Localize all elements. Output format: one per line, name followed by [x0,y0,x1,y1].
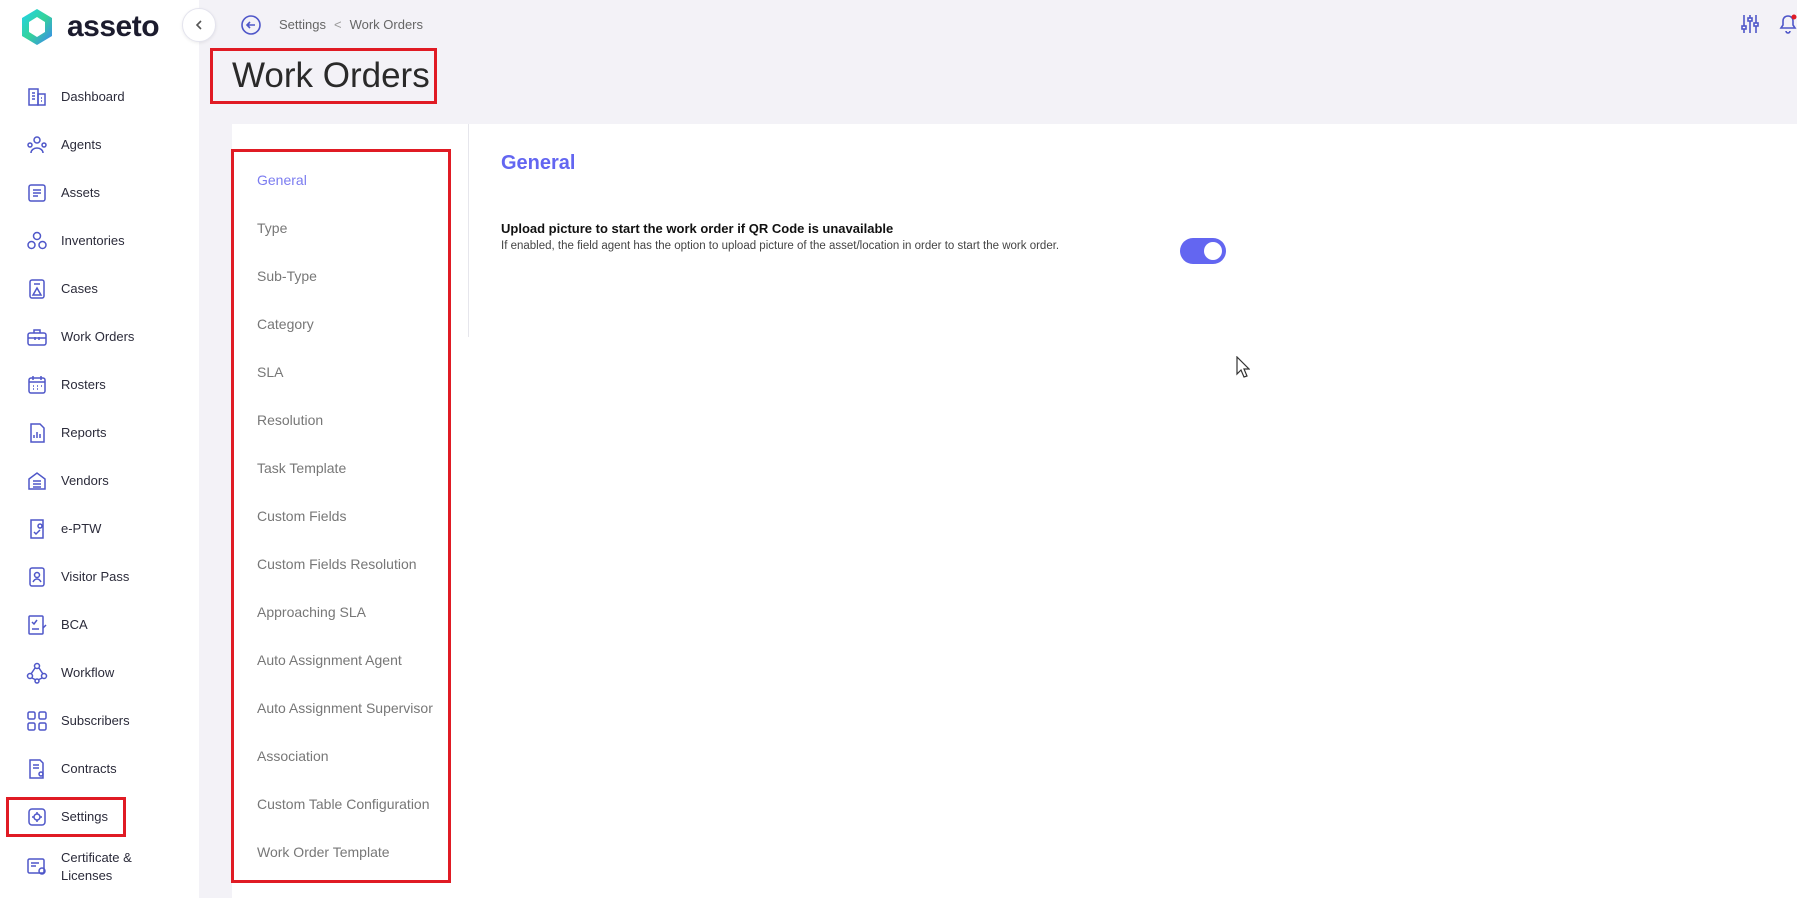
logo[interactable]: asseto [20,8,160,46]
breadcrumb-separator: < [333,17,342,32]
sidebar-item-reports[interactable]: Reports [0,409,199,457]
assets-icon [28,184,46,202]
settings-icon [28,808,46,826]
report-icon [30,423,45,443]
calendar-icon [28,376,46,394]
toolbox-icon [27,329,47,346]
settings-nav-resolution[interactable]: Resolution [257,410,447,430]
sidebar-item-label: Work Orders [61,329,135,344]
settings-nav-general[interactable]: General [257,170,447,190]
sidebar: asseto Dashboard Agents Assets Inventori… [0,0,199,898]
sidebar-item-agents[interactable]: Agents [0,121,199,169]
sidebar-item-label-line1: Certificate & [61,850,132,865]
sidebar-item-visitor-pass[interactable]: Visitor Pass [0,553,199,601]
page-title: Work Orders [232,56,430,95]
breadcrumb: Settings < Work Orders [279,17,423,32]
breadcrumb-settings[interactable]: Settings [279,17,326,32]
settings-nav-approaching-sla[interactable]: Approaching SLA [257,602,447,622]
sidebar-item-e-ptw[interactable]: e-PTW [0,505,199,553]
settings-nav-association[interactable]: Association [257,746,447,766]
sidebar-item-label-line2: Licenses [61,868,113,883]
vertical-divider [468,124,469,337]
sidebar-item-vendors[interactable]: Vendors [0,457,199,505]
settings-nav-sla[interactable]: SLA [257,362,447,382]
settings-nav-category[interactable]: Category [257,314,447,334]
sidebar-item-label: Certificate & Licenses [61,849,132,885]
sidebar-item-cases[interactable]: Cases [0,265,199,313]
sidebar-item-label: Rosters [61,377,106,392]
sidebar-item-label: Agents [61,137,102,152]
toggle-knob [1204,242,1222,260]
sidebar-item-dashboard[interactable]: Dashboard [0,73,199,121]
sidebar-item-bca[interactable]: BCA [0,601,199,649]
sidebar-item-label: Reports [61,425,107,440]
collapse-sidebar-button[interactable] [182,8,216,42]
settings-nav-sub-type[interactable]: Sub-Type [257,266,447,286]
sidebar-item-label: e-PTW [61,521,102,536]
sidebar-item-label: Assets [61,185,101,200]
option-description: If enabled, the field agent has the opti… [501,240,1060,252]
permit-icon [30,519,44,539]
sidebar-item-certificate-licenses[interactable]: Certificate & Licenses [0,841,199,893]
sidebar-item-workflow[interactable]: Workflow [0,649,199,697]
filter-sliders-icon[interactable] [1739,13,1761,35]
settings-nav-task-template[interactable]: Task Template [257,458,447,478]
settings-nav-auto-assignment-supervisor[interactable]: Auto Assignment Supervisor [257,698,447,718]
sidebar-item-label: Visitor Pass [61,569,130,584]
option-title: Upload picture to start the work order i… [501,221,894,236]
badge-icon [29,567,45,587]
chevron-left-icon [195,20,202,30]
sidebar-item-assets[interactable]: Assets [0,169,199,217]
workflow-icon [26,662,48,684]
sidebar-item-label: Workflow [61,665,115,680]
logo-text: asseto [67,10,160,43]
settings-nav-custom-table-configuration[interactable]: Custom Table Configuration [257,794,447,814]
breadcrumb-current: Work Orders [349,17,424,32]
sidebar-item-label: Dashboard [61,89,125,104]
mouse-cursor-icon [1236,356,1250,378]
vendor-icon [28,472,46,490]
sidebar-item-inventories[interactable]: Inventories [0,217,199,265]
inventories-icon [27,231,47,250]
contract-icon [29,759,44,779]
sidebar-item-subscribers[interactable]: Subscribers [0,697,199,745]
grid-icon [27,711,47,731]
sidebar-item-settings[interactable]: Settings [0,793,199,841]
sidebar-item-contracts[interactable]: Contracts [0,745,199,793]
checklist-icon [28,615,47,635]
cases-icon [29,279,45,299]
sidebar-item-label: Cases [61,281,98,296]
agents-icon [27,136,47,154]
upload-picture-toggle[interactable] [1180,238,1226,264]
logo-hexagon-icon [22,9,52,45]
top-icons [1739,13,1797,35]
sidebar-item-label: Subscribers [61,713,130,728]
settings-nav-custom-fields-resolution[interactable]: Custom Fields Resolution [257,554,447,574]
sidebar-item-rosters[interactable]: Rosters [0,361,199,409]
sidebar-item-label: Contracts [61,761,117,776]
sidebar-item-label: BCA [61,617,88,632]
settings-nav-type[interactable]: Type [257,218,447,238]
settings-nav-work-order-template[interactable]: Work Order Template [257,842,447,862]
certificate-icon [27,858,46,875]
sidebar-item-work-orders[interactable]: Work Orders [0,313,199,361]
bell-icon[interactable] [1779,13,1797,35]
settings-nav-auto-assignment-agent[interactable]: Auto Assignment Agent [257,650,447,670]
section-title: General [501,152,576,174]
back-arrow-icon[interactable] [240,14,262,36]
building-icon [28,88,46,106]
sidebar-item-label: Settings [61,809,108,824]
settings-nav-custom-fields[interactable]: Custom Fields [257,506,447,526]
sidebar-item-label: Vendors [61,473,109,488]
sidebar-item-label: Inventories [61,233,125,248]
